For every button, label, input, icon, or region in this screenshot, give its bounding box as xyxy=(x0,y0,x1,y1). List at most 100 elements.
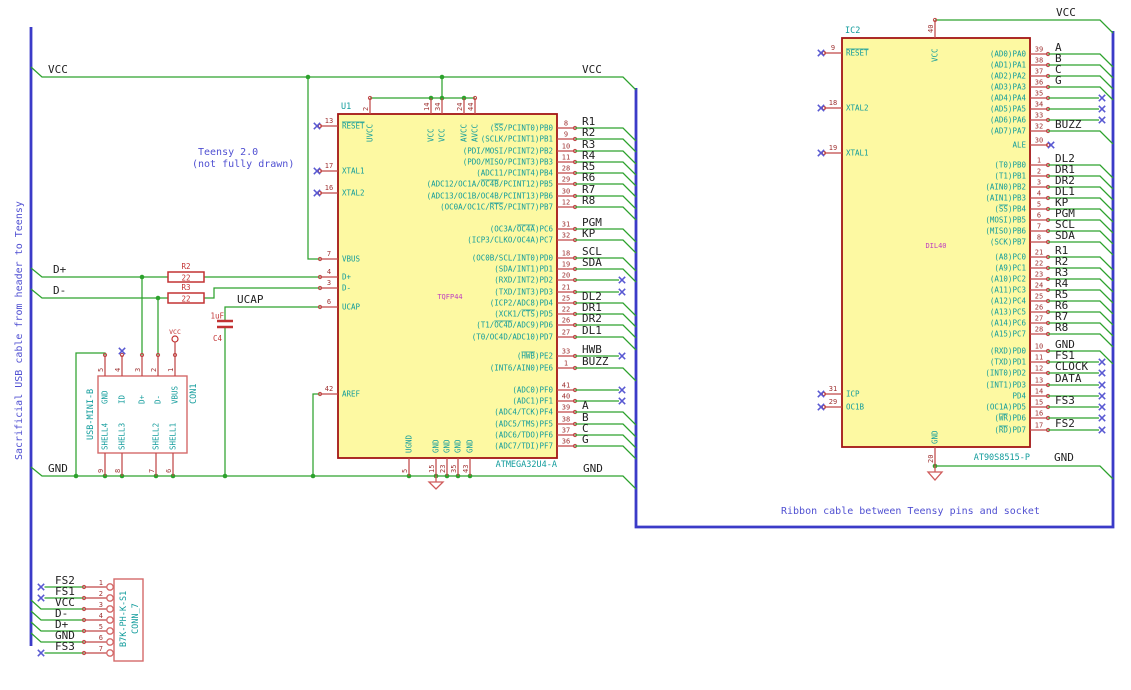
net-label-DL1[interactable]: DL1 xyxy=(582,324,602,337)
net-label-GND[interactable]: GND xyxy=(1054,451,1074,464)
pin-number: 4 xyxy=(327,268,331,276)
net-label-BUZZ[interactable]: BUZZ xyxy=(582,355,609,368)
component-ref-con1[interactable]: CON1 xyxy=(189,384,199,404)
pin-circle xyxy=(106,627,114,635)
junction-dot xyxy=(305,74,311,80)
gnd-symbol[interactable] xyxy=(926,466,944,481)
net-label-VCC[interactable]: VCC xyxy=(582,63,602,76)
net-label-KP[interactable]: KP xyxy=(582,227,596,240)
pin-name: (SDA/INT1)PD1 xyxy=(494,265,553,274)
no-connect-icon[interactable] xyxy=(618,288,626,296)
component-value-con1[interactable]: USB-MINI-B xyxy=(86,389,96,440)
pin-name: (AD6)PA6 xyxy=(990,116,1027,125)
net-label-VCC[interactable]: VCC xyxy=(1056,6,1076,19)
no-connect-icon[interactable] xyxy=(1098,94,1106,102)
vcc-power-symbol[interactable] xyxy=(171,335,179,343)
no-connect-icon[interactable] xyxy=(1098,403,1106,411)
no-connect-icon[interactable] xyxy=(618,386,626,394)
component-ref-c4[interactable]: C4 xyxy=(213,334,223,343)
no-connect-icon[interactable] xyxy=(313,122,321,130)
net-label-G[interactable]: G xyxy=(1055,74,1062,87)
pin-name: ID xyxy=(118,394,127,404)
no-connect-icon[interactable] xyxy=(313,167,321,175)
net-label-SDA[interactable]: SDA xyxy=(1055,229,1075,242)
component-value-ic2[interactable]: AT90S8515-P xyxy=(974,453,1030,463)
pin-number: 34 xyxy=(1035,101,1043,109)
c4-capacitor[interactable] xyxy=(217,319,233,329)
pin-name: (ADC4/TCK)PF4 xyxy=(494,408,553,417)
component-footprint-u1: TQFP44 xyxy=(437,293,462,301)
no-connect-icon[interactable] xyxy=(1098,426,1106,434)
no-connect-icon[interactable] xyxy=(1098,116,1106,124)
no-connect-icon[interactable] xyxy=(1098,105,1106,113)
net-label-DATA[interactable]: DATA xyxy=(1055,372,1082,385)
wire[interactable] xyxy=(575,445,637,460)
wire[interactable] xyxy=(30,66,637,91)
component-value-c4[interactable]: 1uF xyxy=(210,312,224,321)
no-connect-icon[interactable] xyxy=(1047,141,1055,149)
no-connect-icon[interactable] xyxy=(1098,358,1106,366)
component-value-r3[interactable]: 22 xyxy=(181,295,190,304)
pin-name: (A12)PC4 xyxy=(990,297,1027,306)
net-label-D+[interactable]: D+ xyxy=(53,263,67,276)
component-value-r2[interactable]: 22 xyxy=(181,274,190,283)
net-label-R8[interactable]: R8 xyxy=(1055,321,1068,334)
pin-number: 22 xyxy=(1035,260,1043,268)
net-label-SDA[interactable]: SDA xyxy=(582,256,602,269)
no-connect-icon[interactable] xyxy=(817,49,825,57)
no-connect-icon[interactable] xyxy=(1098,369,1106,377)
wire[interactable] xyxy=(30,267,168,278)
net-label-GND[interactable]: GND xyxy=(583,462,603,475)
component-value-conn7[interactable]: B7K-PH-K-S1 xyxy=(119,591,129,647)
no-connect-icon[interactable] xyxy=(37,649,45,657)
component-value-u1[interactable]: ATMEGA32U4-A xyxy=(496,460,557,470)
net-label-FS2[interactable]: FS2 xyxy=(1055,417,1075,430)
pin-number: 38 xyxy=(1035,57,1043,65)
pin-number: 9 xyxy=(97,469,105,473)
pin-number: 1 xyxy=(99,579,103,587)
net-label-VCC[interactable]: VCC xyxy=(48,63,68,76)
wire[interactable] xyxy=(575,367,637,382)
component-ref-r2[interactable]: R2 xyxy=(181,262,190,271)
no-connect-icon[interactable] xyxy=(618,352,626,360)
wire[interactable] xyxy=(1048,130,1114,145)
wire[interactable] xyxy=(935,19,1114,34)
no-connect-icon[interactable] xyxy=(817,104,825,112)
no-connect-icon[interactable] xyxy=(1098,414,1106,422)
net-label-D-[interactable]: D- xyxy=(53,284,66,297)
no-connect-icon[interactable] xyxy=(618,397,626,405)
component-ref-r3[interactable]: R3 xyxy=(181,283,190,292)
note-teensy-line2: (not fully drawn) xyxy=(192,159,294,170)
net-label-R8[interactable]: R8 xyxy=(582,194,595,207)
no-connect-icon[interactable] xyxy=(313,189,321,197)
net-label-G[interactable]: G xyxy=(582,433,589,446)
net-label-FS3[interactable]: FS3 xyxy=(1055,394,1075,407)
net-label-FS3[interactable]: FS3 xyxy=(55,640,75,653)
no-connect-icon[interactable] xyxy=(817,149,825,157)
component-ref-u1[interactable]: U1 xyxy=(341,102,351,112)
no-connect-icon[interactable] xyxy=(1098,381,1106,389)
wire[interactable] xyxy=(312,393,320,476)
pin-number: 42 xyxy=(325,385,333,393)
no-connect-icon[interactable] xyxy=(1098,392,1106,400)
net-label-GND[interactable]: GND xyxy=(48,462,68,475)
gnd-symbol[interactable] xyxy=(427,476,445,490)
net-label-UCAP[interactable]: UCAP xyxy=(237,293,264,306)
no-connect-icon[interactable] xyxy=(618,276,626,284)
component-ref-conn7[interactable]: CONN_7 xyxy=(131,603,141,634)
pin-name: GND xyxy=(931,430,940,444)
pin-number: 41 xyxy=(562,382,570,390)
wire[interactable] xyxy=(224,306,320,321)
pin-name: D- xyxy=(342,284,351,293)
junction-dot xyxy=(155,295,161,301)
no-connect-icon[interactable] xyxy=(817,390,825,398)
wire[interactable] xyxy=(30,288,168,299)
component-ref-ic2[interactable]: IC2 xyxy=(845,26,860,36)
no-connect-icon[interactable] xyxy=(37,594,45,602)
pin-number: 40 xyxy=(562,393,570,401)
wire[interactable] xyxy=(935,465,1114,480)
net-label-BUZZ[interactable]: BUZZ xyxy=(1055,118,1082,131)
no-connect-icon[interactable] xyxy=(817,403,825,411)
schematic-canvas[interactable]: U1ATMEGA32U4-ATQFP448(SS/PCINT0)PB0R19(S… xyxy=(0,0,1131,690)
no-connect-icon[interactable] xyxy=(37,583,45,591)
